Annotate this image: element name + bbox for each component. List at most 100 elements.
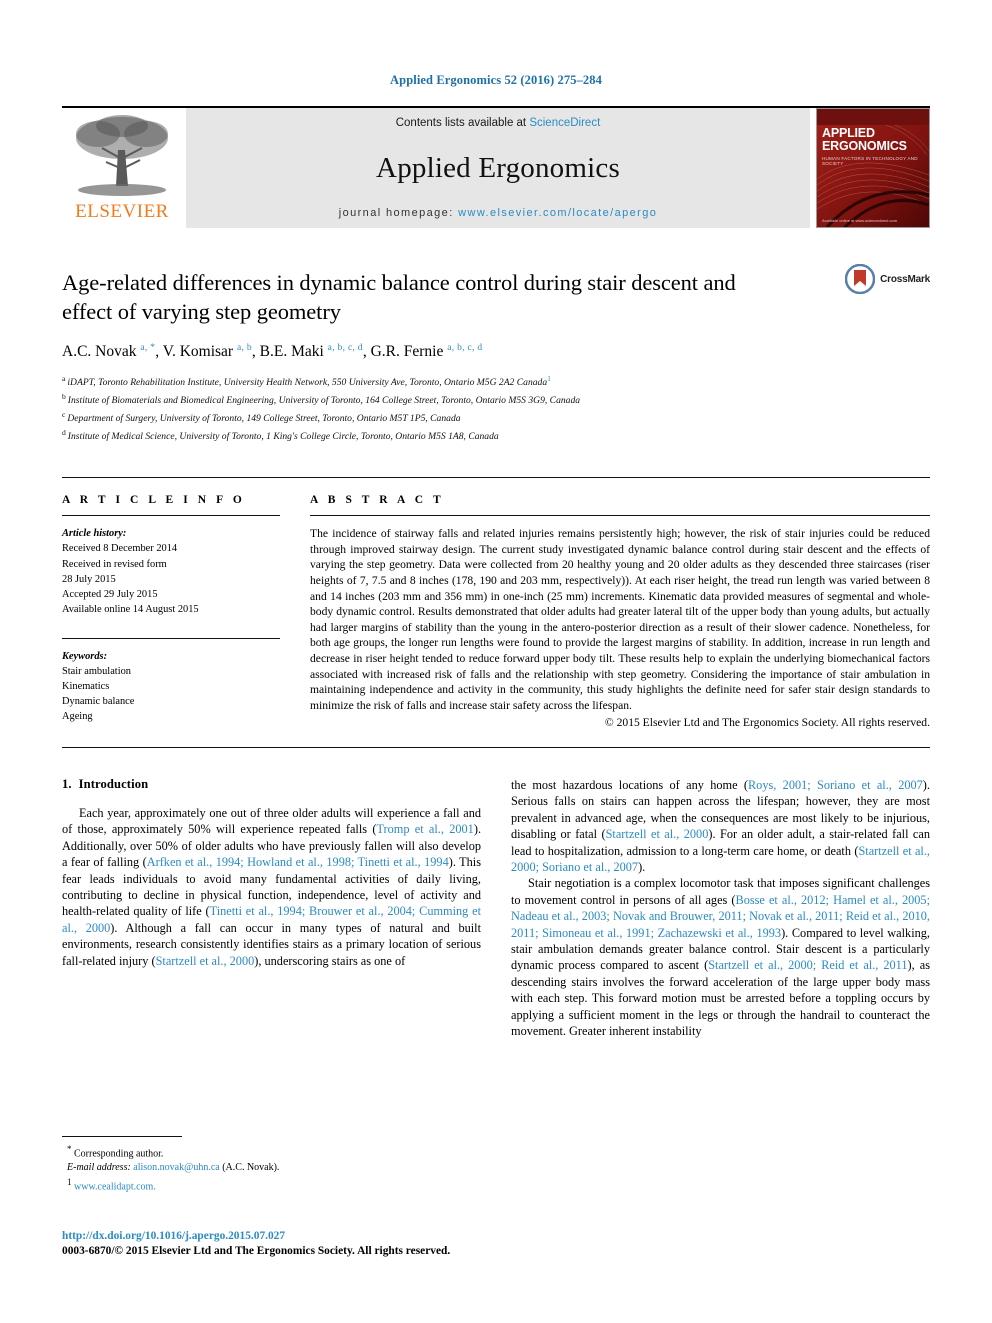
author-separator: , — [155, 343, 163, 361]
article-info-heading: A R T I C L E I N F O — [62, 494, 246, 507]
author-affiliation-marker: a, b — [236, 343, 252, 353]
email-link[interactable]: alison.novak@uhn.ca — [133, 1162, 219, 1173]
contents-prefix: Contents lists available at — [395, 117, 530, 129]
article-info-rule — [62, 515, 280, 517]
keywords-label: Keywords: — [62, 650, 108, 662]
citation-link[interactable]: Startzell et al., 2000 — [606, 827, 709, 841]
author-name: G.R. Fernie — [370, 343, 448, 361]
article-history-item: Available online 14 August 2015 — [62, 604, 199, 616]
author-separator: , — [362, 343, 371, 361]
crossmark-badge[interactable]: CrossMark — [845, 264, 930, 294]
abstract-column: A B S T R A C T The incidence of stairwa… — [310, 494, 930, 731]
affiliation-marker: b — [62, 391, 66, 401]
elsevier-tree-icon — [76, 115, 168, 196]
email-label: E-mail address: — [67, 1162, 131, 1174]
abstract-rule — [310, 515, 930, 517]
footnote-corresponding-author: * Corresponding author. — [62, 1142, 482, 1161]
running-head: Applied Ergonomics 52 (2016) 275–284 — [390, 73, 602, 87]
article-history-item: Received in revised form — [62, 558, 167, 570]
keyword-item: Ageing — [62, 711, 93, 723]
sciencedirect-link[interactable]: ScienceDirect — [529, 117, 600, 129]
footnote-symbol-asterisk: * — [67, 1144, 72, 1154]
keyword-item: Kinematics — [62, 680, 110, 692]
abstract-heading: A B S T R A C T — [310, 494, 445, 507]
article-history-item: 28 July 2015 — [62, 573, 116, 585]
citation-link[interactable]: Tinetti et al., 1994; Brouwer et al., 20… — [62, 904, 481, 934]
cover-footer-text: Available online at www.sciencedirect.co… — [822, 218, 898, 223]
cover-title: APPLIED ERGONOMICS — [822, 127, 907, 153]
citation-link[interactable]: Startzell et al., 2000; Soriano et al., … — [511, 844, 930, 874]
citation-link[interactable]: Startzell et al., 2000; Reid et al., 201… — [708, 958, 907, 972]
affiliation-text: Department of Surgery, University of Tor… — [67, 412, 461, 424]
abstract-bottom-rule — [62, 747, 930, 748]
journal-cover-thumbnail[interactable]: APPLIED ERGONOMICS HUMAN FACTORS IN TECH… — [816, 108, 930, 228]
journal-masthead: ELSEVIER Contents lists available at Sci… — [62, 106, 930, 228]
affiliation-item: a iDAPT, Toronto Rehabilitation Institute… — [62, 372, 930, 390]
section-number: 1. — [62, 777, 72, 791]
article-history-item: Received 8 December 2014 — [62, 543, 178, 555]
page-footer: http://dx.doi.org/10.1016/j.apergo.2015.… — [62, 1229, 662, 1259]
keywords-rule — [62, 637, 280, 639]
homepage-prefix: journal homepage: — [338, 207, 459, 219]
right-column-paragraphs: the most hazardous locations of any home… — [511, 777, 930, 1040]
footnote-url-link[interactable]: www.cealidapt.com. — [74, 1182, 156, 1193]
keyword-item: Stair ambulation — [62, 665, 131, 677]
section-title: Introduction — [78, 777, 149, 791]
journal-article-page: Applied Ergonomics 52 (2016) 275–284 ELS… — [0, 0, 992, 1323]
citation-link[interactable]: Startzell et al., 2000 — [156, 954, 255, 968]
keyword-item: Dynamic balance — [62, 696, 135, 708]
cover-title-line2: ERGONOMICS — [822, 139, 907, 153]
crossmark-icon — [845, 264, 876, 294]
citation-link[interactable]: Arfken et al., 1994; Howland et al., 199… — [147, 855, 449, 869]
contents-available-line: Contents lists available at ScienceDirec… — [396, 117, 601, 129]
author-list: A.C. Novak a, *, V. Komisar a, b, B.E. M… — [62, 343, 930, 361]
left-column-paragraphs: Each year, approximately one out of thre… — [62, 805, 481, 969]
affiliation-text: iDAPT, Toronto Rehabilitation Institute,… — [67, 377, 548, 389]
section-heading-introduction: 1. Introduction — [62, 777, 481, 792]
cover-top-band — [817, 109, 929, 125]
body-column-left: 1. Introduction Each year, approximately … — [62, 777, 481, 1040]
abstract-text: The incidence of stairway falls and rela… — [310, 527, 930, 712]
citation-link[interactable]: Tromp et al., 2001 — [376, 822, 473, 836]
author-separator: , — [251, 343, 260, 361]
citation-link[interactable]: Roys, 2001; Soriano et al., 2007 — [748, 778, 923, 792]
author-name: V. Komisar — [162, 343, 237, 361]
footnote-rule — [62, 1136, 182, 1137]
journal-homepage-line: journal homepage: www.elsevier.com/locat… — [339, 207, 658, 219]
author-affiliation-marker: a, b, c, d — [327, 343, 363, 353]
article-history-item: Accepted 29 July 2015 — [62, 589, 158, 601]
title-block: CrossMark Age-related differences in dyn… — [62, 264, 930, 443]
doi-link[interactable]: http://dx.doi.org/10.1016/j.apergo.2015.… — [62, 1229, 662, 1244]
issn-copyright-line: 0003-6870/© 2015 Elsevier Ltd and The Er… — [62, 1245, 451, 1257]
author-affiliation-marker: a, b, c, d — [447, 343, 483, 353]
author-affiliation-marker: a, * — [140, 343, 156, 353]
footnote-email: E-mail address: alison.novak@uhn.ca (A.C… — [62, 1161, 482, 1175]
affiliation-text: Institute of Medical Science, University… — [67, 430, 499, 442]
author-name: B.E. Maki — [259, 343, 328, 361]
elsevier-logo: ELSEVIER — [62, 108, 182, 228]
affiliation-item: d Institute of Medical Science, Universit… — [62, 426, 930, 444]
body-columns: 1. Introduction Each year, approximately … — [62, 777, 930, 1040]
footnote-symbol-one: 1 — [67, 1177, 72, 1188]
body-column-right: the most hazardous locations of any home… — [511, 777, 930, 1040]
body-paragraph: the most hazardous locations of any home… — [511, 778, 930, 875]
author-name: A.C. Novak — [62, 343, 141, 361]
footnote-note-1: 1 www.cealidapt.com. — [62, 1175, 482, 1194]
affiliation-marker: d — [62, 427, 66, 437]
email-suffix: (A.C. Novak). — [222, 1162, 280, 1174]
journal-homepage-link[interactable]: www.elsevier.com/locate/apergo — [458, 207, 657, 219]
body-paragraph: Stair negotiation is a complex locomotor… — [511, 876, 930, 1039]
affiliation-text: Institute of Biomaterials and Biomedical… — [67, 395, 581, 407]
article-info-column: A R T I C L E I N F O Article history: R… — [62, 494, 280, 731]
citation-link[interactable]: Bosse et al., 2012; Hamel et al., 2005; … — [511, 893, 930, 940]
affiliation-list: a iDAPT, Toronto Rehabilitation Institute… — [62, 372, 930, 443]
info-abstract-region: A R T I C L E I N F O Article history: R… — [62, 477, 930, 731]
abstract-copyright: © 2015 Elsevier Ltd and The Ergonomics S… — [604, 716, 930, 730]
affiliation-item: b Institute of Biomaterials and Biomedica… — [62, 390, 930, 408]
elsevier-wordmark: ELSEVIER — [75, 201, 169, 222]
journal-title: Applied Ergonomics — [376, 151, 620, 184]
footnote-corresponding-text: Corresponding author. — [74, 1148, 164, 1160]
affiliation-item: c Department of Surgery, University of To… — [62, 408, 930, 426]
crossmark-label: CrossMark — [880, 273, 930, 285]
